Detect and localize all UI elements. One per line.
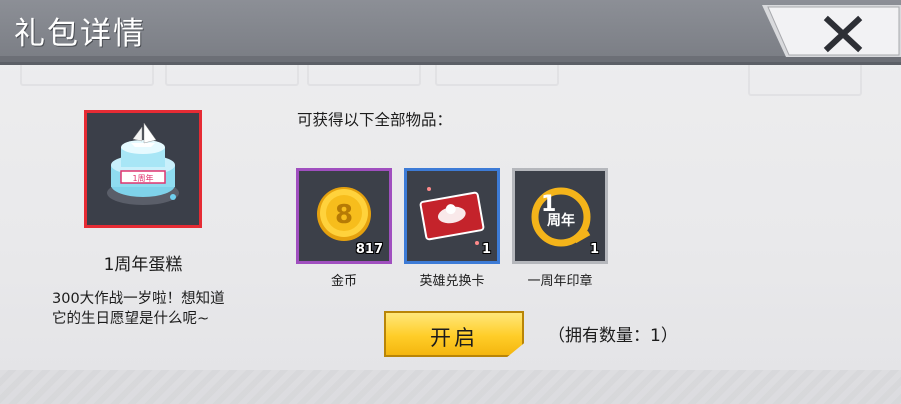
gift-description-line: 它的生日愿望是什么呢~ <box>52 311 210 327</box>
reward-item-count: 817 <box>355 242 383 257</box>
background-tile <box>20 62 154 86</box>
gift-name: 1周年蛋糕 <box>103 255 183 275</box>
contents-label: 可获得以下全部物品： <box>297 111 453 129</box>
open-button-label: 开启 <box>430 326 478 350</box>
reward-item-gold[interactable]: 8 817 金币 <box>296 168 392 289</box>
gift-detail-dialog: 礼包详情 1周年 1周年蛋糕 300大作战一岁啦！想知道 它的生日愿望是什么呢~… <box>0 0 901 404</box>
gift-description: 300大作战一岁啦！想知道 它的生日愿望是什么呢~ <box>52 289 262 329</box>
cake-badge-text: 1周年 <box>132 173 153 183</box>
reward-item-frame: 8 817 <box>296 168 392 264</box>
bottom-decoration <box>0 370 901 404</box>
gift-description-line: 300大作战一岁啦！想知道 <box>52 291 225 307</box>
background-tile <box>165 62 299 86</box>
reward-item-name: 金币 <box>330 274 357 289</box>
reward-item-name: 英雄兑换卡 <box>419 274 485 289</box>
reward-item-name: 一周年印章 <box>527 274 593 289</box>
background-tile <box>748 62 862 96</box>
gift-icon-frame: 1周年 <box>84 110 202 228</box>
open-button[interactable]: 开启 <box>384 311 524 357</box>
reward-item-count: 1 <box>589 242 599 257</box>
anniversary-cake-icon: 1周年 <box>87 113 199 225</box>
close-x-icon <box>762 5 901 57</box>
reward-item-hero-card[interactable]: 1 英雄兑换卡 <box>404 168 500 289</box>
svg-text:8: 8 <box>335 200 353 230</box>
background-tile <box>435 62 559 86</box>
reward-item-anniversary-badge[interactable]: 1 周年 1 一周年印章 <box>512 168 608 289</box>
close-button[interactable] <box>762 5 901 57</box>
reward-item-frame: 1 周年 1 <box>512 168 608 264</box>
owned-count: （拥有数量：1） <box>548 326 678 346</box>
dialog-title: 礼包详情 <box>14 16 146 52</box>
reward-item-frame: 1 <box>404 168 500 264</box>
background-tile <box>307 62 421 86</box>
svg-text:周年: 周年 <box>547 212 575 229</box>
reward-item-count: 1 <box>481 242 491 257</box>
